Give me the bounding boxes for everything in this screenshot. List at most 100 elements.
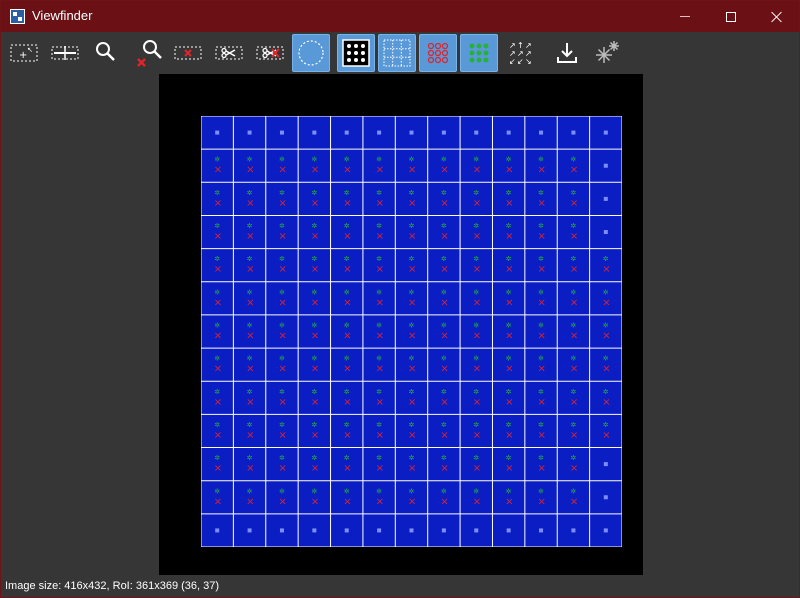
show-spots-button[interactable] xyxy=(337,34,375,72)
select-roi-button[interactable]: + ↖ xyxy=(5,34,43,72)
spot-marker: × xyxy=(376,198,384,209)
spot-marker: × xyxy=(278,430,286,441)
spot-marker: ✲ xyxy=(538,288,544,296)
spot-marker: ✲ xyxy=(247,255,253,263)
spot-marker: ✲ xyxy=(603,388,609,396)
image-viewport[interactable]: ✲ × ✲ × ✲ × ✲ × ✲ × ✲ × ✲ × ✲ × ✲ × ✲ × ✲ × ✲ × ✲ × ✲ × ✲ × ✲ × ✲ × ✲ × ✲ × ✲ ×… xyxy=(1,74,799,577)
spot-marker: × xyxy=(311,331,319,342)
close-button[interactable] xyxy=(754,1,800,32)
spot-marker: × xyxy=(278,297,286,308)
svg-text:↖: ↖ xyxy=(27,46,33,54)
minimize-button[interactable] xyxy=(662,1,708,32)
spot-marker: ✲ xyxy=(279,454,285,462)
spot-marker xyxy=(247,130,252,135)
spot-marker: ✲ xyxy=(441,156,447,164)
spot-marker: ✲ xyxy=(376,487,382,495)
cut-delete-button[interactable] xyxy=(251,34,289,72)
zoom-reset-button[interactable] xyxy=(130,34,168,72)
spot-marker: ✲ xyxy=(506,222,512,230)
maximize-icon xyxy=(726,11,736,22)
spot-marker: ✲ xyxy=(570,322,576,330)
roi-grid[interactable]: ✲×✲×✲×✲×✲×✲×✲×✲×✲×✲×✲×✲×✲×✲×✲×✲×✲×✲×✲×✲×… xyxy=(201,116,622,547)
spot-marker: × xyxy=(278,364,286,375)
spot-marker: × xyxy=(473,496,481,507)
spot-marker xyxy=(603,130,608,135)
spot-marker: ✲ xyxy=(214,156,220,164)
spot-marker: ✲ xyxy=(311,322,317,330)
spot-marker: ✲ xyxy=(473,255,479,263)
spot-marker: ✲ xyxy=(570,355,576,363)
spot-marker: × xyxy=(440,165,448,176)
spot-marker: × xyxy=(440,430,448,441)
download-icon xyxy=(557,43,577,63)
spread-button[interactable]: ↗ ↑ ↗ ↗ ↗ ↗ ↙ ↙ ↘ xyxy=(501,34,539,72)
title-bar[interactable]: Viewfinder xyxy=(1,1,799,32)
spot-marker: × xyxy=(538,496,546,507)
export-button[interactable] xyxy=(548,34,586,72)
spot-marker xyxy=(312,528,317,533)
spot-marker: × xyxy=(538,231,546,242)
spot-marker xyxy=(603,163,608,168)
spot-marker: ✲ xyxy=(473,487,479,495)
spot-marker: × xyxy=(278,496,286,507)
spot-marker: ✲ xyxy=(473,288,479,296)
spot-marker: ✲ xyxy=(247,487,253,495)
spot-marker: ✲ xyxy=(538,156,544,164)
spot-marker: × xyxy=(214,198,222,209)
spot-marker xyxy=(603,528,608,533)
spot-marker: × xyxy=(408,264,416,275)
app-icon xyxy=(10,9,25,24)
spot-marker: ✲ xyxy=(409,322,415,330)
spot-marker: ✲ xyxy=(376,322,382,330)
image-frame: ✲ × ✲ × ✲ × ✲ × ✲ × ✲ × ✲ × ✲ × ✲ × ✲ × ✲ × ✲ × ✲ × ✲ × ✲ × ✲ × ✲ × ✲ × ✲ × ✲ ×… xyxy=(159,74,643,575)
show-red-spots-button[interactable] xyxy=(419,34,457,72)
spot-marker: ✲ xyxy=(247,288,253,296)
spot-marker: ✲ xyxy=(311,156,317,164)
magnifier-icon xyxy=(96,42,115,61)
close-icon xyxy=(771,11,783,23)
sparkle-icon xyxy=(596,41,619,63)
magnifier-clear-icon xyxy=(137,40,162,67)
minimize-icon xyxy=(680,16,690,17)
spot-marker: ✲ xyxy=(247,454,253,462)
spot-marker: × xyxy=(408,496,416,507)
delete-roi-button[interactable] xyxy=(169,34,207,72)
cut-roi-button[interactable] xyxy=(210,34,248,72)
spot-marker: × xyxy=(505,165,513,176)
spot-marker: ✲ xyxy=(311,388,317,396)
spot-marker: × xyxy=(214,165,222,176)
spot-marker: ✲ xyxy=(311,255,317,263)
spot-marker: ✲ xyxy=(506,355,512,363)
spot-marker: ✲ xyxy=(247,189,253,197)
spot-grid-icon xyxy=(342,39,370,67)
auto-detect-button[interactable] xyxy=(589,34,627,72)
spot-marker: × xyxy=(343,297,351,308)
spot-marker: ✲ xyxy=(344,255,350,263)
spot-marker xyxy=(539,130,544,135)
spot-marker: ✲ xyxy=(538,322,544,330)
spot-marker: ✲ xyxy=(570,388,576,396)
spot-marker: ✲ xyxy=(214,421,220,429)
spot-marker: × xyxy=(343,231,351,242)
show-green-spots-button[interactable] xyxy=(460,34,498,72)
spot-marker: × xyxy=(408,331,416,342)
spot-marker: × xyxy=(473,165,481,176)
spot-marker: ✲ xyxy=(344,421,350,429)
maximize-button[interactable] xyxy=(708,1,754,32)
spot-marker: ✲ xyxy=(538,454,544,462)
spot-marker: × xyxy=(214,397,222,408)
spot-marker xyxy=(215,130,220,135)
zoom-button[interactable] xyxy=(87,34,125,72)
spot-marker: ✲ xyxy=(570,189,576,197)
svg-text:↙: ↙ xyxy=(509,57,516,66)
pan-horizontal-icon xyxy=(51,46,79,60)
show-grid-button[interactable] xyxy=(378,34,416,72)
spot-marker: × xyxy=(246,430,254,441)
pan-horizontal-button[interactable] xyxy=(46,34,84,72)
spot-marker xyxy=(603,230,608,235)
spot-marker: ✲ xyxy=(214,222,220,230)
spot-marker xyxy=(409,130,414,135)
spot-marker: × xyxy=(538,397,546,408)
circle-mask-button[interactable] xyxy=(292,34,330,72)
spot-marker: ✲ xyxy=(538,189,544,197)
